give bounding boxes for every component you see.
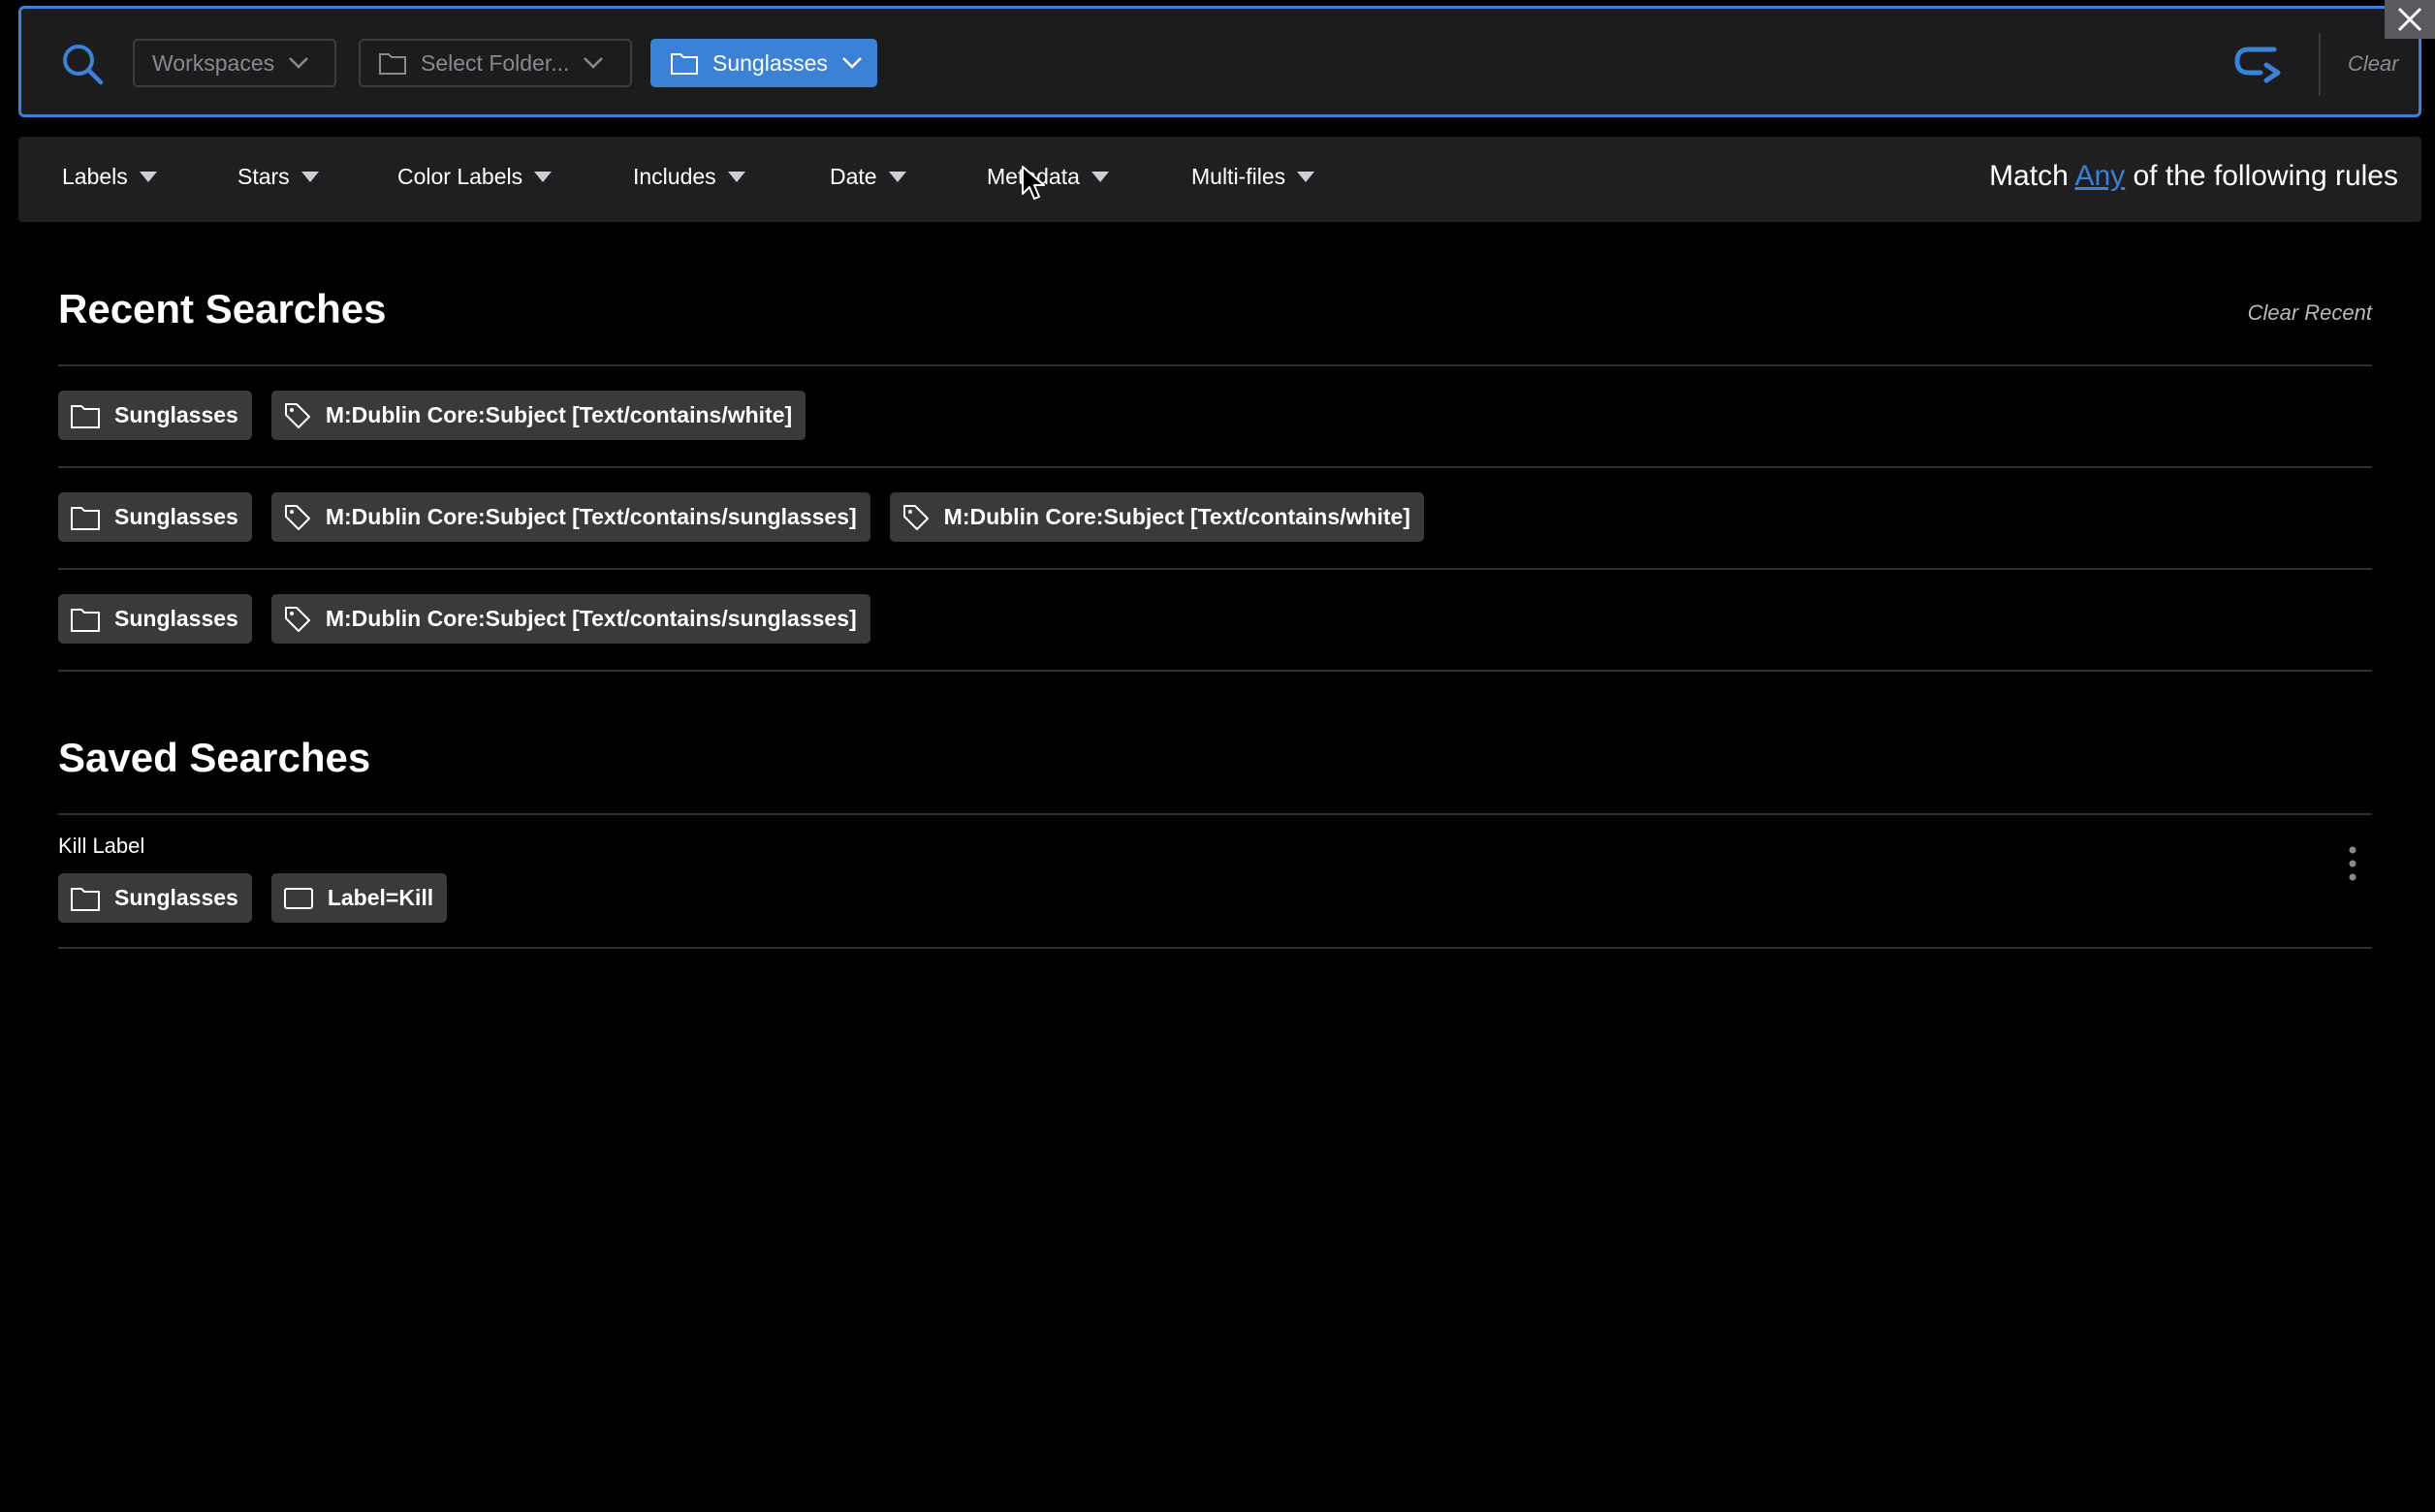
- filter-multi-files[interactable]: Multi-files: [1191, 164, 1315, 190]
- filter-label: Labels: [62, 164, 128, 189]
- chevron-down-icon: [842, 57, 862, 69]
- tag-icon: [284, 402, 310, 428]
- chip-label: M:Dublin Core:Subject [Text/contains/sun…: [325, 504, 857, 529]
- folder-icon: [71, 404, 100, 428]
- caret-down-icon: [727, 172, 745, 182]
- caret-down-icon: [534, 172, 553, 182]
- chip-label: Sunglasses: [114, 885, 238, 910]
- tag-icon: [902, 504, 929, 530]
- divider: [58, 947, 2372, 949]
- label-chip[interactable]: Label=Kill: [270, 873, 448, 923]
- chip-label: M:Dublin Core:Subject [Text/contains/sun…: [325, 606, 857, 631]
- chip-label: Label=Kill: [327, 885, 434, 910]
- more-options-icon[interactable]: [2347, 845, 2358, 887]
- close-icon: [2397, 7, 2422, 32]
- folder-chip[interactable]: Sunglasses: [58, 391, 252, 440]
- match-mode-link[interactable]: Any: [2074, 160, 2125, 192]
- chevron-down-icon: [289, 57, 309, 69]
- caret-down-icon: [139, 172, 157, 182]
- chip-label: Sunglasses: [114, 606, 238, 631]
- recent-searches-title: Recent Searches: [58, 286, 387, 331]
- clear-recent-button[interactable]: Clear Recent: [2248, 300, 2372, 326]
- folder-select-placeholder: Select Folder...: [421, 49, 570, 76]
- rule-chip[interactable]: M:Dublin Core:Subject [Text/contains/sun…: [270, 492, 870, 542]
- search-bar: Workspaces Select Folder... Sunglasses C…: [18, 6, 2421, 117]
- filter-label: Date: [830, 164, 877, 189]
- folder-icon: [71, 887, 100, 911]
- match-rules: Match Any of the following rules: [1989, 160, 2398, 193]
- label-icon: [283, 887, 313, 909]
- bar-divider: [2319, 33, 2321, 96]
- workspaces-dropdown[interactable]: Workspaces: [133, 39, 336, 87]
- folder-select-dropdown[interactable]: Select Folder...: [359, 39, 632, 87]
- tag-icon: [284, 504, 310, 530]
- filter-label: Includes: [633, 164, 716, 189]
- divider: [58, 670, 2372, 672]
- chip-label: M:Dublin Core:Subject [Text/contains/whi…: [325, 402, 793, 427]
- chip-label: Sunglasses: [114, 402, 238, 427]
- caret-down-icon: [1091, 172, 1109, 182]
- recent-search-row[interactable]: Sunglasses M:Dublin Core:Subject [Text/c…: [58, 391, 806, 440]
- workspaces-label: Workspaces: [152, 49, 275, 76]
- tag-icon: [284, 606, 310, 632]
- filter-labels[interactable]: Labels: [62, 164, 157, 190]
- clear-button[interactable]: Clear: [2348, 51, 2399, 77]
- chip-label: M:Dublin Core:Subject [Text/contains/whi…: [943, 504, 1410, 529]
- filter-color-labels[interactable]: Color Labels: [397, 164, 553, 190]
- filter-includes[interactable]: Includes: [633, 164, 745, 190]
- chevron-down-icon: [584, 57, 604, 69]
- search-icon[interactable]: [60, 42, 105, 86]
- saved-search-name: Kill Label: [58, 834, 145, 858]
- divider: [58, 568, 2372, 570]
- divider: [58, 466, 2372, 468]
- saved-searches-title: Saved Searches: [58, 735, 371, 780]
- divider: [58, 813, 2372, 815]
- folder-chip[interactable]: Sunglasses: [58, 492, 252, 542]
- folder-chip[interactable]: Sunglasses: [58, 594, 252, 644]
- close-button[interactable]: [2385, 0, 2435, 39]
- chip-label: Sunglasses: [114, 504, 238, 529]
- filter-date[interactable]: Date: [830, 164, 906, 190]
- rule-chip[interactable]: M:Dublin Core:Subject [Text/contains/whi…: [889, 492, 1424, 542]
- active-folder-dropdown[interactable]: Sunglasses: [650, 39, 877, 87]
- mouse-cursor-icon: [1021, 165, 1046, 206]
- filter-metadata[interactable]: Metadata: [987, 164, 1109, 190]
- folder-icon: [71, 608, 100, 632]
- filter-stars[interactable]: Stars: [237, 164, 319, 190]
- caret-down-icon: [300, 172, 319, 182]
- filter-bar: Labels Stars Color Labels Includes Date …: [18, 137, 2421, 222]
- match-prefix: Match: [1989, 160, 2069, 192]
- filter-label: Multi-files: [1191, 164, 1286, 189]
- match-suffix: of the following rules: [2133, 160, 2399, 192]
- folder-chip[interactable]: Sunglasses: [58, 873, 252, 923]
- active-folder-label: Sunglasses: [712, 49, 828, 76]
- folder-icon: [71, 506, 100, 530]
- divider: [58, 364, 2372, 366]
- recent-search-row[interactable]: Sunglasses M:Dublin Core:Subject [Text/c…: [58, 594, 870, 644]
- rule-chip[interactable]: M:Dublin Core:Subject [Text/contains/sun…: [270, 594, 870, 644]
- filter-label: Stars: [237, 164, 290, 189]
- redo-icon[interactable]: [2231, 44, 2286, 93]
- folder-icon: [671, 53, 698, 75]
- saved-search-row[interactable]: Sunglasses Label=Kill: [58, 873, 448, 923]
- filter-label: Color Labels: [397, 164, 523, 189]
- caret-down-icon: [1297, 172, 1315, 182]
- caret-down-icon: [888, 172, 906, 182]
- recent-search-row[interactable]: Sunglasses M:Dublin Core:Subject [Text/c…: [58, 492, 1424, 542]
- rule-chip[interactable]: M:Dublin Core:Subject [Text/contains/whi…: [270, 391, 806, 440]
- folder-icon: [379, 53, 406, 75]
